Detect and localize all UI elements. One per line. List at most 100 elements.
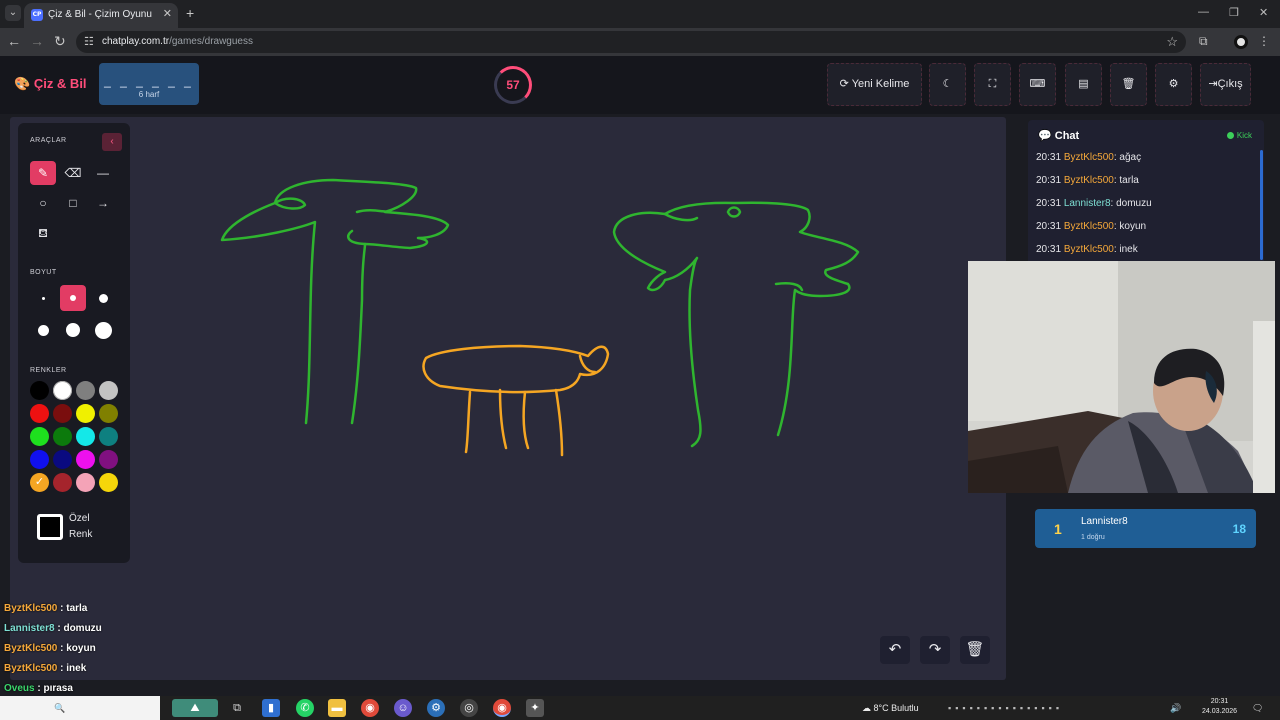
player-points: 18 bbox=[1232, 522, 1246, 536]
chat-scrollbar[interactable] bbox=[1260, 150, 1263, 260]
color-swatch[interactable] bbox=[76, 381, 95, 400]
color-swatch[interactable] bbox=[99, 450, 118, 469]
trash-icon: 🗑 bbox=[965, 641, 985, 658]
size-option-6[interactable] bbox=[90, 317, 116, 343]
file-explorer-icon[interactable]: ▬ bbox=[328, 699, 346, 717]
speaker-icon[interactable]: 🔊 bbox=[1170, 703, 1181, 714]
obs-icon[interactable]: ◎ bbox=[460, 699, 478, 717]
color-swatch[interactable] bbox=[30, 427, 49, 446]
color-swatch[interactable] bbox=[76, 473, 95, 492]
extensions-icon[interactable]: ⧉ bbox=[1199, 34, 1208, 49]
color-swatch[interactable]: ✓ bbox=[30, 473, 49, 492]
eraser-tool-button[interactable]: ⌫ bbox=[60, 161, 86, 185]
chrome-active-icon[interactable]: ◉ bbox=[493, 699, 511, 717]
site-info-icon[interactable]: ☷ bbox=[84, 35, 94, 48]
settings-button[interactable]: ⚙ bbox=[1155, 63, 1192, 106]
arrow-tool-button[interactable]: → bbox=[90, 191, 116, 215]
trash-icon: 🗑 bbox=[1121, 78, 1136, 90]
back-icon[interactable]: ← bbox=[7, 33, 21, 49]
app-misc-icon[interactable]: ✦ bbox=[526, 699, 544, 717]
player-correct-count: 1 doğru bbox=[1081, 534, 1105, 541]
color-swatch[interactable] bbox=[76, 427, 95, 446]
color-swatch[interactable] bbox=[99, 381, 118, 400]
url-input[interactable]: ☷ chatplay.com.tr/games/drawguess ☆ bbox=[76, 31, 1186, 53]
forward-icon[interactable]: → bbox=[30, 33, 44, 49]
color-swatch[interactable] bbox=[53, 450, 72, 469]
overlay-chat-message: ByztKlc500 : koyun bbox=[4, 643, 96, 654]
new-word-button[interactable]: ⟳ Yeni Kelime bbox=[827, 63, 922, 106]
color-swatch[interactable] bbox=[99, 473, 118, 492]
canvas-drawing bbox=[220, 178, 860, 457]
color-swatch[interactable] bbox=[30, 450, 49, 469]
size-option-4[interactable] bbox=[30, 317, 56, 343]
moon-icon: ☾ bbox=[942, 78, 953, 90]
redo-button[interactable]: ↷ bbox=[920, 636, 950, 664]
window-close-icon[interactable]: ✕ bbox=[1259, 6, 1268, 19]
clear-button[interactable]: 🗑 bbox=[1110, 63, 1147, 106]
fill-tool-button[interactable]: ⛾ bbox=[30, 221, 56, 245]
minimize-icon[interactable]: — bbox=[1198, 6, 1209, 18]
animal-drawing bbox=[422, 344, 610, 457]
size-option-2[interactable] bbox=[60, 285, 86, 311]
steam-icon[interactable]: ⚙ bbox=[427, 699, 445, 717]
notifications-icon[interactable]: 🗨 bbox=[1252, 703, 1263, 714]
size-option-1[interactable] bbox=[30, 285, 56, 311]
clear-canvas-button[interactable]: 🗑 bbox=[960, 636, 990, 664]
whatsapp-icon[interactable]: ✆ bbox=[296, 699, 314, 717]
color-swatch[interactable] bbox=[99, 404, 118, 423]
new-tab-icon[interactable]: + bbox=[186, 5, 194, 21]
task-view-icon[interactable]: ⧉ bbox=[228, 699, 246, 717]
color-swatch[interactable] bbox=[53, 473, 72, 492]
discord-icon[interactable]: ☺ bbox=[394, 699, 412, 717]
word-hint-box: _ _ _ _ _ _ 6 harf bbox=[99, 63, 199, 105]
color-swatch[interactable] bbox=[53, 381, 72, 400]
browser-menu-icon[interactable]: ⋮ bbox=[1258, 34, 1270, 48]
app-pin-icon[interactable]: ▮ bbox=[262, 699, 280, 717]
color-swatch[interactable] bbox=[30, 404, 49, 423]
taskbar-search-input[interactable]: 🔍 bbox=[0, 696, 160, 720]
color-swatch[interactable] bbox=[76, 450, 95, 469]
reload-icon[interactable]: ↻ bbox=[54, 33, 66, 50]
custom-color-label: Özel Renk bbox=[69, 513, 93, 540]
color-swatch[interactable] bbox=[53, 427, 72, 446]
redo-icon: ↷ bbox=[928, 641, 942, 658]
weather-widget[interactable]: ☁ 8°C Bulutlu bbox=[862, 703, 919, 714]
bookmark-star-icon[interactable]: ☆ bbox=[1166, 34, 1178, 50]
color-swatch[interactable] bbox=[99, 427, 118, 446]
chrome-icon[interactable]: ◉ bbox=[361, 699, 379, 717]
browser-tab[interactable]: CP Çiz & Bil - Çizim Oyunu ✕ bbox=[24, 3, 178, 28]
dark-mode-button[interactable]: ☾ bbox=[929, 63, 966, 106]
circle-tool-button[interactable]: ○ bbox=[30, 191, 56, 215]
color-swatch[interactable] bbox=[30, 381, 49, 400]
refresh-icon: ⟳ bbox=[839, 78, 849, 90]
line-tool-button[interactable]: — bbox=[90, 161, 116, 185]
taskbar-clock[interactable]: 20:31 24.03.2026 bbox=[1202, 697, 1237, 717]
colors-title: RENKLER bbox=[30, 367, 67, 374]
chat-connection-status: Kick bbox=[1226, 131, 1252, 140]
keyboard-button[interactable]: ⌨ bbox=[1019, 63, 1056, 106]
undo-button[interactable]: ↶ bbox=[880, 636, 910, 664]
color-swatch[interactable] bbox=[53, 404, 72, 423]
drawing-canvas[interactable] bbox=[10, 117, 1006, 680]
size-option-5[interactable] bbox=[60, 317, 86, 343]
system-tray-icons[interactable]: ▪▪▪▪▪▪▪▪▪▪▪▪▪▪▪▪ bbox=[948, 703, 1063, 713]
address-bar-row: ← → ↻ ☷ chatplay.com.tr/games/drawguess … bbox=[0, 28, 1280, 56]
logout-button[interactable]: ⇥Çıkış bbox=[1200, 63, 1251, 106]
archive-button[interactable]: ▤ bbox=[1065, 63, 1102, 106]
color-swatch[interactable] bbox=[76, 404, 95, 423]
paint-bucket-icon: ⛾ bbox=[38, 226, 48, 240]
profile-avatar[interactable] bbox=[1234, 35, 1248, 49]
tab-close-icon[interactable]: ✕ bbox=[163, 7, 172, 20]
fullscreen-button[interactable]: ⛶ bbox=[974, 63, 1011, 106]
undo-icon: ↶ bbox=[888, 641, 902, 658]
chat-message: 20:31 ByztKlc500: inek bbox=[1036, 244, 1138, 255]
brush-tool-button[interactable]: ✎ bbox=[30, 161, 56, 185]
widget-landscape-icon[interactable]: ⛰ bbox=[172, 699, 218, 717]
rectangle-tool-button[interactable]: □ bbox=[60, 191, 86, 215]
tab-search-icon[interactable]: ⌄ bbox=[5, 5, 21, 21]
collapse-panel-button[interactable]: ‹ bbox=[102, 133, 122, 151]
archive-icon: ▤ bbox=[1078, 78, 1089, 90]
size-option-3[interactable] bbox=[90, 285, 116, 311]
restore-icon[interactable]: ❐ bbox=[1229, 6, 1239, 19]
custom-color-picker[interactable] bbox=[37, 514, 63, 540]
